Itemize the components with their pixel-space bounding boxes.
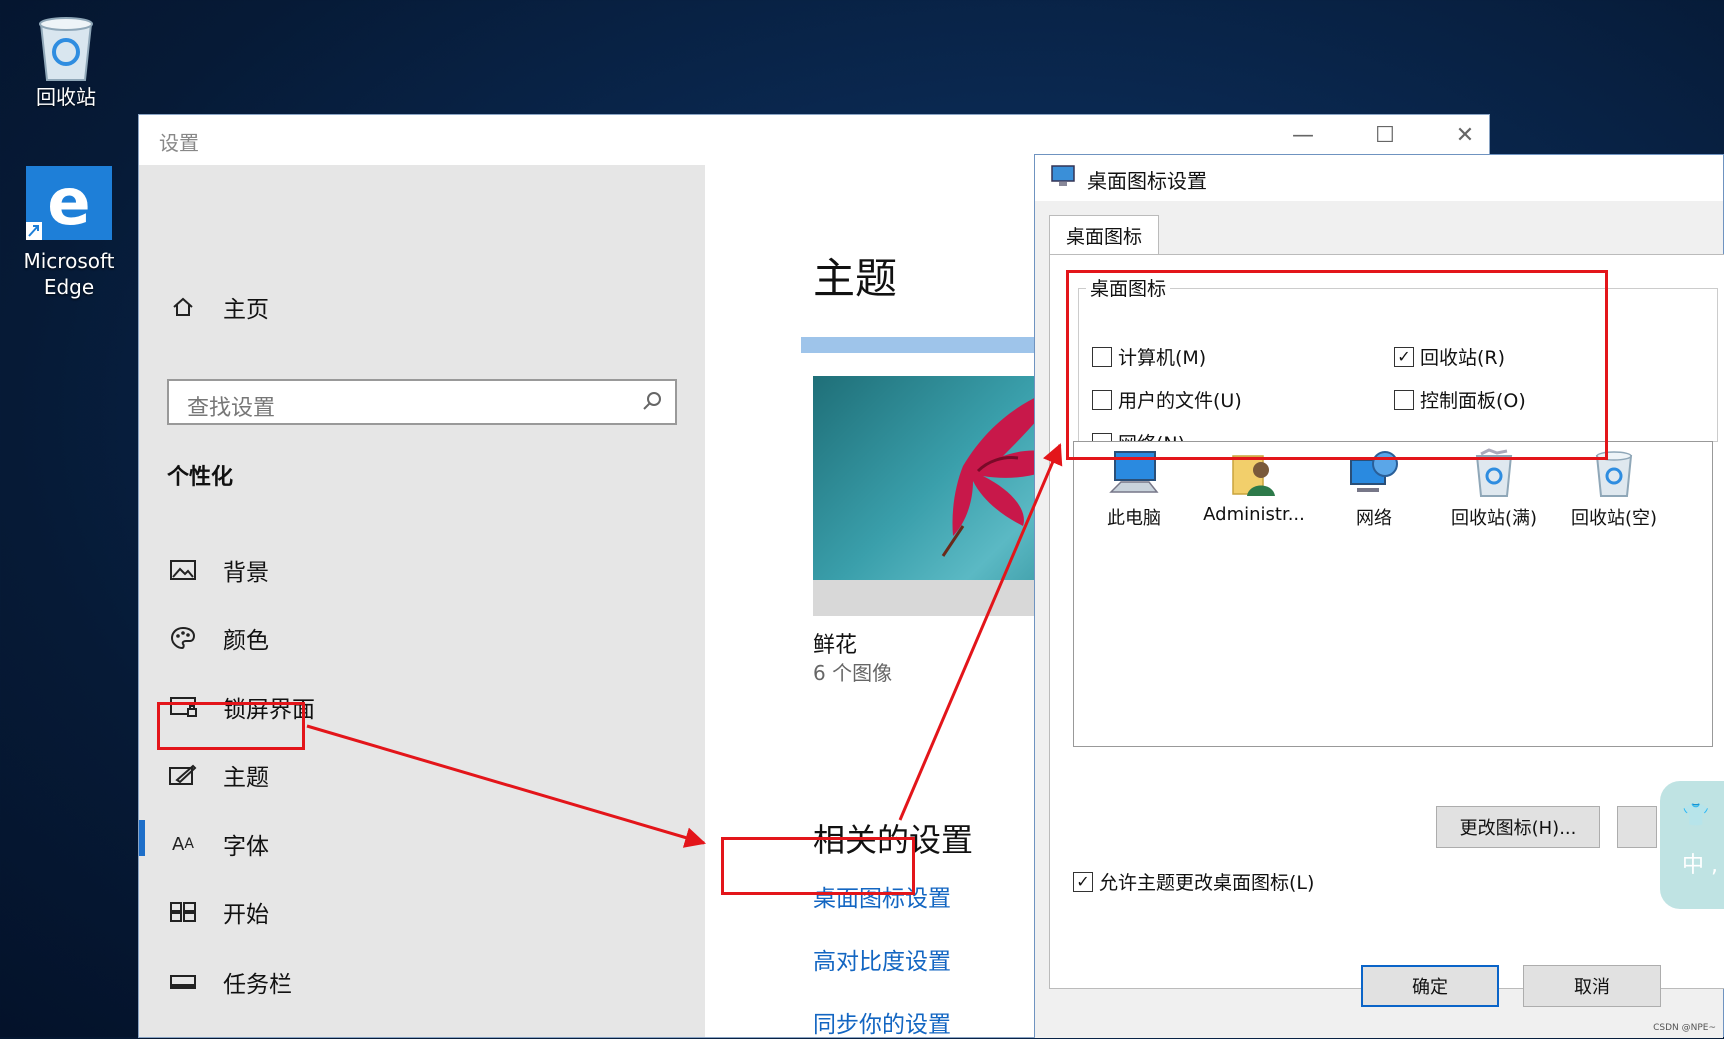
sidebar-item-label: 主题 (223, 765, 269, 791)
search-placeholder: 查找设置 (187, 396, 276, 421)
minimize-button[interactable]: — (1273, 123, 1333, 148)
sidebar-item-colors[interactable]: 颜色 (167, 621, 269, 655)
sidebar-item-label: 任务栏 (223, 972, 292, 998)
edge-icon[interactable]: e (26, 166, 112, 240)
home-icon (167, 293, 199, 321)
page-title: 主题 (813, 254, 898, 303)
recycle-bin-icon[interactable] (33, 14, 99, 82)
ime-toolbar[interactable]: 👕 中 , (1660, 781, 1724, 909)
ok-button[interactable]: 确定 (1361, 965, 1499, 1007)
sidebar-item-label: 背景 (223, 560, 269, 586)
section-heading: 个性化 (167, 465, 234, 490)
icon-label: 此电脑 (1107, 508, 1161, 529)
theme-image-count: 6 个图像 (813, 661, 893, 685)
search-icon[interactable] (641, 390, 663, 412)
edge-label[interactable]: Microsoft Edge (14, 248, 124, 300)
annotation-box-checkboxes (1066, 270, 1608, 460)
sidebar-item-home[interactable]: 主页 (167, 290, 269, 324)
close-button[interactable]: ✕ (1435, 123, 1495, 148)
checkbox-allow-theme[interactable]: ✓ 允许主题更改桌面图标(L) (1073, 868, 1314, 895)
skin-icon[interactable]: 👕 (1682, 803, 1709, 828)
taskbar-icon (167, 968, 199, 996)
sidebar-item-themes[interactable]: 主题 (167, 758, 269, 792)
svg-text:e: e (47, 166, 90, 240)
high-contrast-link[interactable]: 高对比度设置 (813, 942, 951, 976)
restore-default-button[interactable] (1617, 806, 1657, 848)
checkbox-box-checked[interactable]: ✓ (1073, 871, 1093, 892)
dialog-title: 桌面图标设置 (1087, 169, 1207, 193)
theme-name: 鲜花 (813, 633, 858, 658)
start-grid-icon (167, 898, 199, 926)
search-input[interactable]: 查找设置 (167, 379, 677, 425)
sidebar-item-taskbar[interactable]: 任务栏 (167, 965, 292, 999)
icon-label: 回收站(空) (1570, 508, 1658, 529)
cancel-button[interactable]: 取消 (1523, 965, 1661, 1007)
annotation-box-themes (157, 702, 305, 750)
icon-label: Administr... (1203, 504, 1305, 525)
annotation-box-desktop-link (721, 837, 915, 895)
sidebar-item-background[interactable]: 背景 (167, 553, 269, 587)
settings-window-title: 设置 (159, 131, 199, 155)
sidebar-item-fonts[interactable]: AA 字体 (167, 827, 269, 861)
sidebar-item-label: 主页 (223, 297, 269, 323)
icon-label: 回收站(满) (1450, 508, 1538, 529)
sidebar-item-label: 颜色 (223, 628, 269, 654)
active-indicator (139, 820, 145, 856)
font-icon: AA (172, 833, 194, 855)
recycle-bin-label[interactable]: 回收站 (11, 84, 121, 110)
tab-desktop-icons[interactable]: 桌面图标 (1049, 215, 1159, 255)
theme-brush-icon (167, 761, 199, 789)
palette-icon (167, 624, 199, 652)
dialog-titlebar: 桌面图标设置 (1035, 155, 1723, 201)
monitor-icon (1051, 165, 1075, 187)
sidebar-item-label: 开始 (223, 902, 269, 928)
icon-list: 此电脑 Administr... 网络 回收站(满) 回收站(空) (1073, 441, 1713, 747)
picture-icon (167, 556, 199, 584)
maximize-button[interactable]: ☐ (1355, 123, 1415, 148)
sidebar-item-start[interactable]: 开始 (167, 895, 269, 929)
sync-settings-link[interactable]: 同步你的设置 (813, 1005, 951, 1039)
watermark: CSDN @NPE~ (1653, 1023, 1716, 1033)
sidebar-item-label: 字体 (223, 834, 269, 860)
settings-sidebar: 主页 查找设置 个性化 背景 颜色 锁屏界面 主题 A A 字体 开始 任务栏 (139, 165, 705, 1037)
icon-label: 网络 (1356, 508, 1392, 529)
checkbox-label: 允许主题更改桌面图标(L) (1099, 872, 1315, 894)
ime-language-indicator[interactable]: 中 , (1682, 847, 1718, 879)
change-icon-button[interactable]: 更改图标(H)... (1436, 806, 1600, 848)
